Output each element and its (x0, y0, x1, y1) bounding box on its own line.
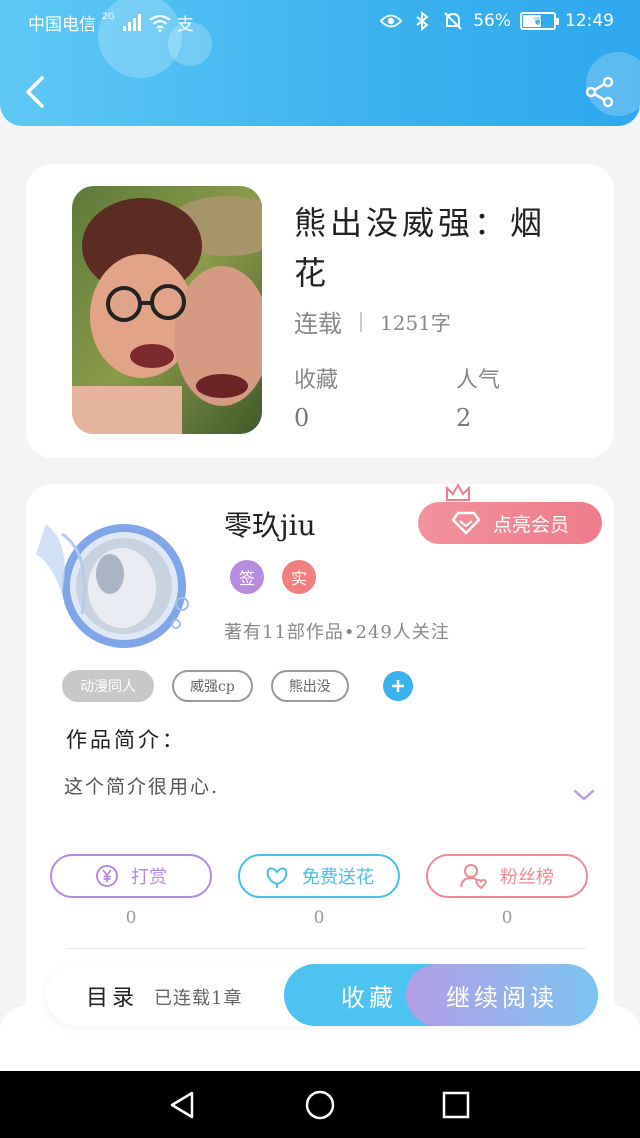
square-recents-icon (442, 1091, 470, 1119)
bluetooth-icon (411, 10, 433, 32)
leaf-icon: ❦ (533, 14, 543, 28)
signal-icon (121, 12, 143, 34)
book-info-card: 熊出没威强：烟花 连载 1251字 收藏 人气 0 2 (26, 164, 614, 458)
back-button[interactable] (22, 74, 50, 110)
favorites-count: 0 (294, 404, 310, 432)
clock: 12:49 (565, 11, 614, 31)
vip-button-label: 点亮会员 (492, 513, 569, 536)
tag-item[interactable]: 动漫同人 (62, 670, 154, 702)
circle-home-icon (305, 1090, 335, 1120)
continue-reading-label: 继续阅读 (446, 983, 558, 1012)
collect-label: 收藏 (341, 983, 397, 1012)
serial-status: 连载 (294, 310, 342, 338)
alipay-glyph: 支 (176, 15, 194, 35)
eye-icon (380, 10, 403, 32)
system-nav-bar (0, 1071, 640, 1138)
favorites-label: 收藏 (294, 368, 339, 393)
send-flower-label: 免费送花 (302, 867, 374, 888)
battery-icon: ❦ (520, 12, 559, 30)
diamond-icon (451, 511, 481, 535)
word-count: 1251字 (380, 311, 451, 335)
intro-text: 这个简介很用心. (64, 776, 220, 798)
fan-rank-button[interactable]: 粉丝榜 (426, 854, 588, 898)
nav-recents-button[interactable] (440, 1089, 472, 1121)
flower-count: 0 (313, 908, 325, 928)
crown-icon (444, 482, 472, 504)
table-of-contents-link[interactable]: 目录 (86, 980, 138, 1012)
tip-count: 0 (125, 908, 137, 928)
flower-icon (266, 867, 288, 888)
chevron-down-icon (573, 789, 595, 801)
yen-icon (96, 865, 118, 887)
share-icon (585, 76, 614, 108)
nav-back-button[interactable] (166, 1089, 198, 1121)
fan-rank-label: 粉丝榜 (500, 867, 554, 888)
bottom-action-bar: 目录 已连载1章 收藏 继续阅读 (46, 964, 598, 1026)
signed-badge: 签 (230, 560, 264, 594)
add-tag-button[interactable] (382, 671, 413, 701)
verified-badge: 实 (282, 560, 316, 594)
tag-list: 动漫同人 威强cp 熊出没 (62, 670, 413, 702)
popularity-count: 2 (456, 404, 472, 432)
header-bar: 中国电信 2G 支 56% ❦ 12:49 (0, 0, 640, 126)
tag-item[interactable]: 熊出没 (270, 670, 349, 702)
intro-heading: 作品简介： (66, 728, 186, 752)
status-bar: 中国电信 2G 支 56% ❦ 12:49 (0, 0, 640, 44)
fan-count: 0 (501, 908, 513, 928)
network-type: 2G (102, 11, 115, 22)
divider (66, 948, 586, 949)
tip-button[interactable]: 打赏 (50, 854, 212, 898)
chevron-left-icon (26, 76, 44, 108)
carrier-label: 中国电信 (28, 15, 96, 35)
author-avatar[interactable] (32, 504, 202, 654)
continue-reading-button[interactable]: 继续阅读 (406, 964, 598, 1026)
nav-home-button[interactable] (304, 1089, 336, 1121)
book-cover-image[interactable] (72, 186, 262, 434)
tag-item[interactable]: 威强cp (172, 670, 253, 702)
author-name[interactable]: 零玖jiu (224, 504, 316, 544)
expand-intro-button[interactable] (572, 786, 596, 804)
chapter-count[interactable]: 已连载1章 (154, 984, 242, 1010)
user-heart-icon (460, 864, 487, 889)
mute-bell-icon (442, 10, 464, 32)
battery-percent: 56% (473, 11, 511, 31)
plus-icon (391, 680, 404, 692)
share-button[interactable] (584, 76, 616, 108)
activate-vip-button[interactable]: 点亮会员 (418, 502, 602, 544)
triangle-back-icon (170, 1091, 194, 1119)
divider (360, 311, 362, 332)
wifi-icon (149, 12, 171, 34)
book-title: 熊出没威强：烟花 (294, 204, 547, 292)
book-status-row: 连载 1251字 (294, 304, 451, 339)
author-stats: 著有11部作品•249人关注 (224, 622, 450, 643)
popularity-label: 人气 (456, 368, 501, 393)
send-flower-button[interactable]: 免费送花 (238, 854, 400, 898)
tip-label: 打赏 (131, 867, 167, 888)
